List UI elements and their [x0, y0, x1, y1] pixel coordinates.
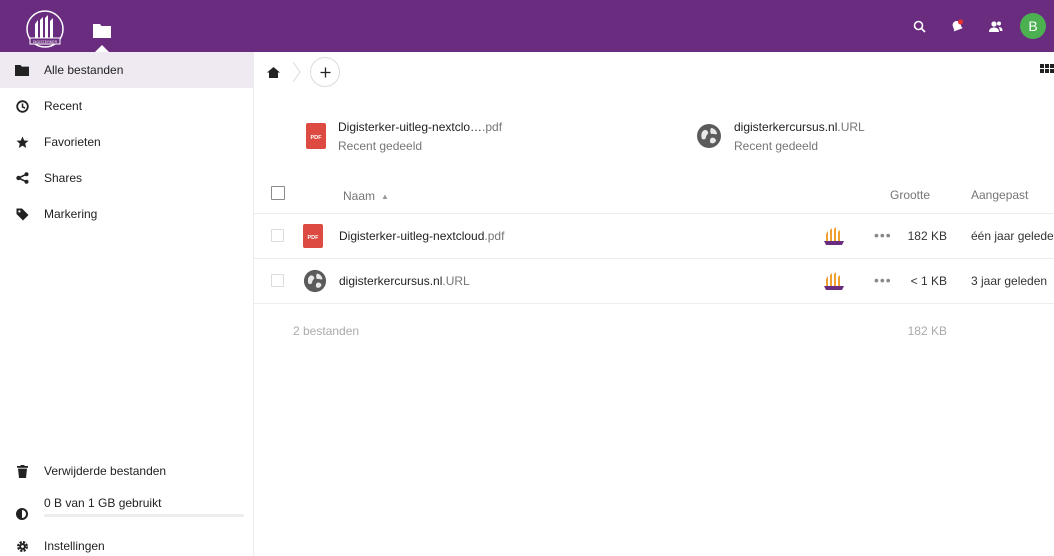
star-icon: [0, 136, 44, 149]
grid-view-icon[interactable]: [1040, 64, 1054, 78]
svg-text:PDF: PDF: [308, 235, 320, 241]
table-row[interactable]: PDF Digisterker-uitleg-nextcloud.pdf •••…: [254, 214, 1054, 259]
notifications-icon[interactable]: [938, 7, 976, 45]
breadcrumb: [254, 52, 340, 92]
file-count-summary: 2 bestanden: [293, 324, 360, 338]
column-size-header[interactable]: Grootte: [890, 188, 930, 202]
shared-by-avatar-icon[interactable]: [822, 271, 846, 291]
file-modified: één jaar geleden: [971, 229, 1054, 243]
top-header: DIGISTERKER B: [0, 0, 1054, 52]
user-avatar[interactable]: B: [1020, 13, 1046, 39]
clock-icon: [0, 99, 44, 113]
recent-file-name: digisterkercursus.nl.URL: [734, 119, 865, 134]
sidebar-item-recent[interactable]: Recent: [0, 88, 254, 124]
recent-file-card[interactable]: PDF Digisterker-uitleg-nextclo….pdf Rece…: [306, 116, 502, 156]
search-icon[interactable]: [900, 7, 938, 45]
sort-ascending-icon: ▲: [381, 192, 389, 202]
gear-icon: [0, 540, 44, 553]
file-list-area: PDF Digisterker-uitleg-nextclo….pdf Rece…: [254, 52, 1054, 556]
row-checkbox[interactable]: [271, 274, 284, 287]
digisterker-logo[interactable]: DIGISTERKER: [26, 10, 64, 48]
quota-label: 0 B van 1 GB gebruikt: [44, 496, 162, 510]
home-icon[interactable]: [256, 52, 290, 92]
file-name: Digisterker-uitleg-nextcloud.pdf: [339, 229, 505, 243]
table-row[interactable]: digisterkercursus.nl.URL ••• < 1 KB 3 ja…: [254, 259, 1054, 304]
share-icon: [0, 172, 44, 184]
sidebar-item-tags[interactable]: Markering: [0, 196, 254, 232]
shared-by-avatar-icon[interactable]: [822, 226, 846, 246]
select-all-checkbox[interactable]: [271, 186, 285, 200]
svg-text:PDF: PDF: [311, 135, 323, 141]
file-table-header: Naam ▲ Grootte Aangepast: [254, 180, 1054, 214]
quota-indicator: 0 B van 1 GB gebruikt: [0, 488, 254, 524]
file-modified: 3 jaar geleden: [971, 274, 1048, 288]
column-name-header[interactable]: Naam ▲: [343, 189, 389, 203]
contacts-icon[interactable]: [976, 7, 1014, 45]
recent-file-name: Digisterker-uitleg-nextclo….pdf: [338, 119, 503, 134]
tag-icon: [0, 208, 44, 221]
plus-icon: [320, 67, 330, 77]
column-modified-header[interactable]: Aangepast: [971, 188, 1028, 202]
row-checkbox[interactable]: [271, 229, 284, 242]
more-actions-icon[interactable]: •••: [874, 272, 892, 288]
file-size: 182 KB: [907, 229, 947, 243]
total-size-summary: 182 KB: [907, 324, 947, 338]
sidebar-item-shares[interactable]: Shares: [0, 160, 254, 196]
sidebar-item-deleted-files[interactable]: Verwijderde bestanden: [0, 453, 254, 489]
sidebar-item-all-files[interactable]: Alle bestanden: [0, 52, 254, 88]
pie-chart-icon: [0, 508, 44, 520]
recent-file-subtitle: Recent gedeeld: [734, 138, 819, 153]
sidebar: Alle bestanden Recent Favorieten Shares …: [0, 52, 254, 556]
breadcrumb-separator: [292, 61, 301, 83]
sidebar-item-favorites[interactable]: Favorieten: [0, 124, 254, 160]
folder-icon: [0, 64, 44, 76]
sidebar-item-label: Markering: [44, 207, 98, 221]
more-actions-icon[interactable]: •••: [874, 227, 892, 243]
globe-icon: [697, 124, 721, 148]
file-name: digisterkercursus.nl.URL: [339, 274, 470, 288]
sidebar-item-label: Instellingen: [44, 539, 105, 553]
files-app-button[interactable]: [80, 8, 124, 52]
sidebar-item-label: Recent: [44, 99, 83, 113]
folder-icon: [93, 23, 111, 38]
add-new-button[interactable]: [310, 57, 340, 87]
pdf-icon: PDF: [306, 123, 326, 149]
recent-file-subtitle: Recent gedeeld: [338, 138, 423, 153]
sidebar-item-settings[interactable]: Instellingen: [0, 528, 254, 556]
sidebar-item-label: Favorieten: [44, 135, 101, 149]
sidebar-item-label: Verwijderde bestanden: [44, 464, 167, 478]
sidebar-item-label: Alle bestanden: [44, 63, 124, 77]
sidebar-item-label: Shares: [44, 171, 83, 185]
pdf-icon: PDF: [303, 224, 323, 248]
active-app-caret: [95, 45, 109, 52]
recent-file-card[interactable]: digisterkercursus.nl.URL Recent gedeeld: [696, 116, 865, 156]
file-size: < 1 KB: [910, 274, 947, 288]
trash-icon: [0, 464, 44, 478]
logo-text: DIGISTERKER: [33, 40, 58, 44]
quota-progress-bar: [44, 514, 244, 517]
globe-icon: [303, 269, 327, 293]
